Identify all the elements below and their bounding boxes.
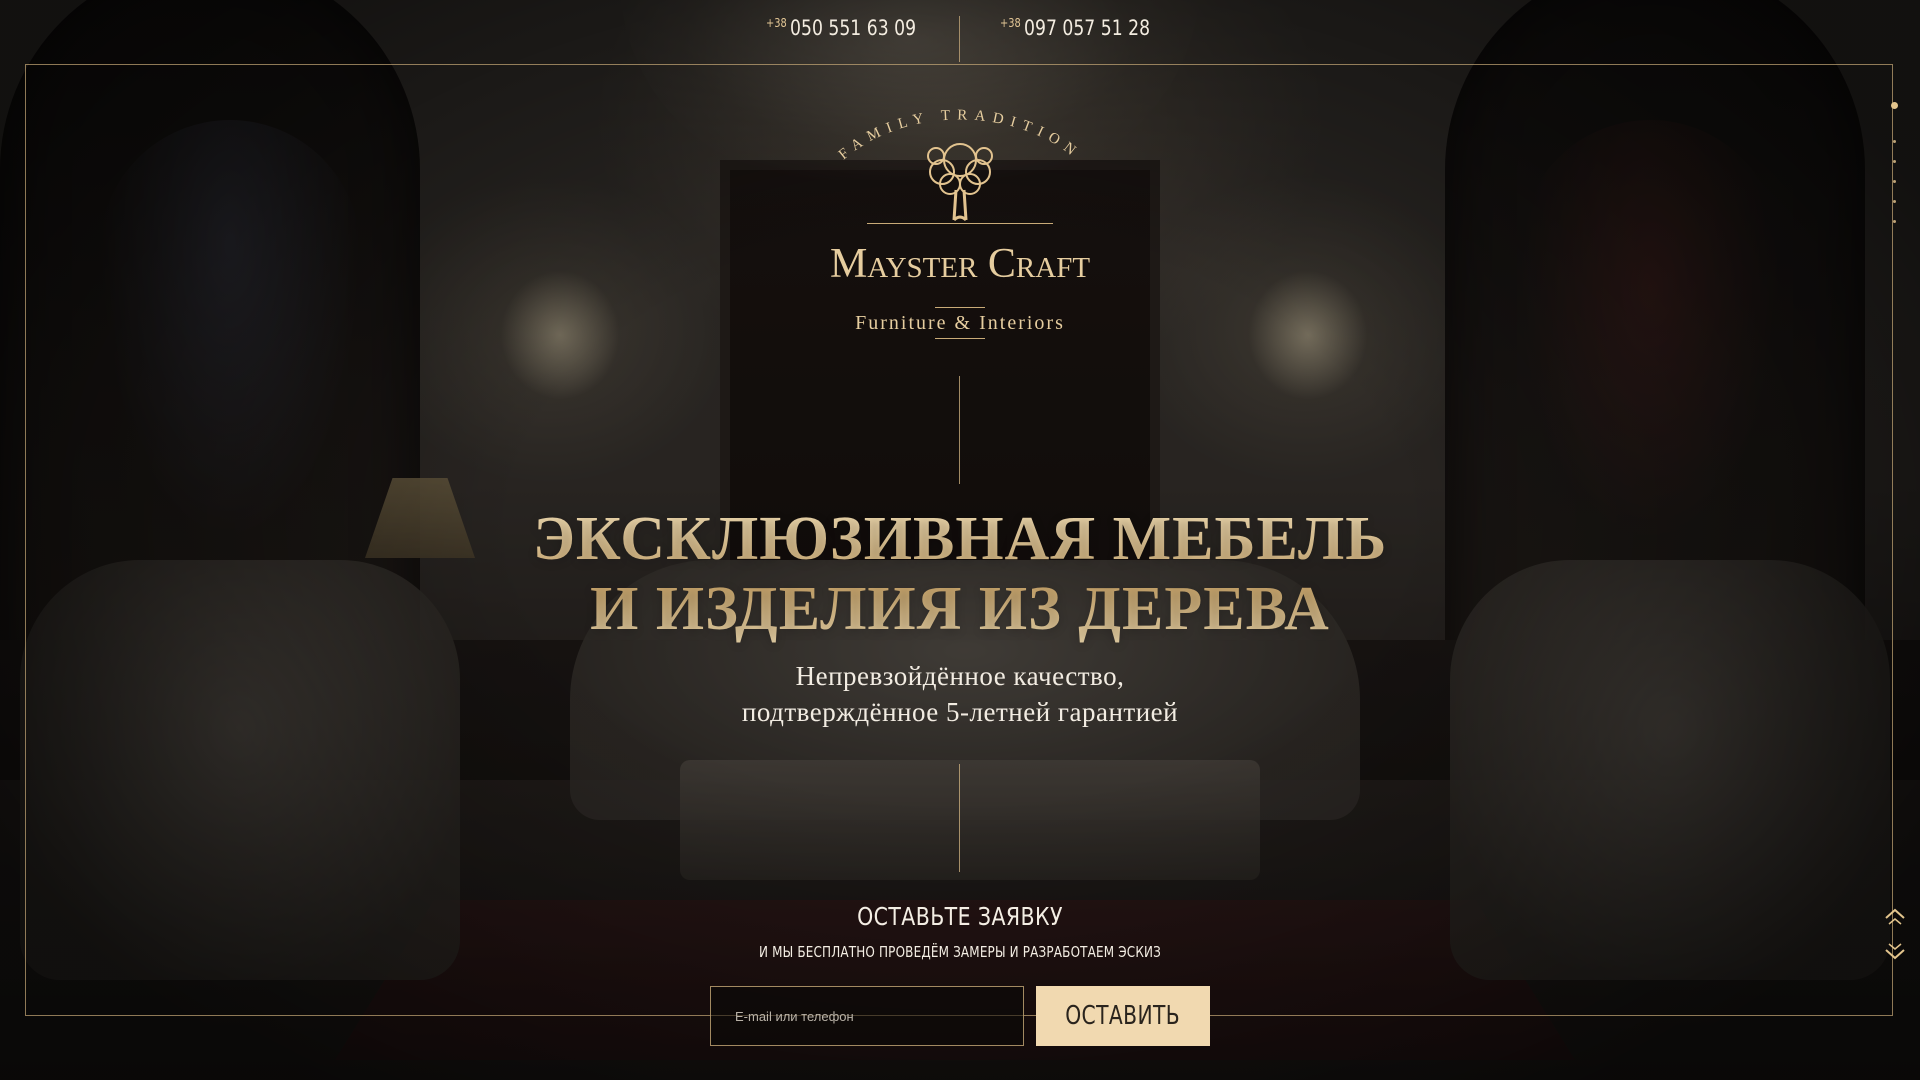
contact-input[interactable] [710,986,1024,1046]
headline-line-2: И ИЗДЕЛИЯ ИЗ ДЕРЕВА [590,575,1330,643]
section-pagination [1888,100,1902,330]
phone-number: 050 551 63 09 [790,16,917,40]
pagination-dot[interactable] [1893,140,1896,143]
divider-line-top [959,376,960,484]
hero-headline: ЭКСКЛЮЗИВНАЯ МЕБЕЛЬ И ИЗДЕЛИЯ ИЗ ДЕРЕВА [460,504,1460,644]
submit-button-label: ОСТАВИТЬ [1065,1001,1181,1031]
pagination-dot[interactable] [1893,220,1896,223]
logo-arc-text: FAMILY TRADITION [836,107,1077,163]
logo-emblem: FAMILY TRADITION [836,107,1084,222]
headline-line-1: ЭКСКЛЮЗИВНАЯ МЕБЕЛЬ [532,505,1388,573]
pagination-dot[interactable] [1893,200,1896,203]
brand-logo[interactable]: FAMILY TRADITION Mayster Craft Furniture… [760,100,1160,350]
phone-number: 097 057 51 28 [1024,16,1151,40]
pagination-dot-active[interactable] [1891,102,1898,109]
pagination-dot[interactable] [1893,180,1896,183]
logo-rule [935,307,985,308]
logo-tagline: Furniture & Interiors [855,312,1065,334]
tree-icon [927,143,993,222]
svg-text:FAMILY TRADITION: FAMILY TRADITION [836,107,1084,163]
divider-line-bottom [959,764,960,872]
phone-country-code: +38 [1000,16,1021,30]
logo-rule [867,223,1053,224]
phone-divider [959,16,960,62]
phone-country-code: +38 [766,16,787,30]
phone-link-2[interactable]: +38 097 057 51 28 [1000,16,1150,40]
pagination-dot[interactable] [1893,160,1896,163]
subheadline-line-2: подтверждённое 5-летней гарантией [741,697,1179,727]
header-phones: +38 050 551 63 09 +38 097 057 51 28 [0,16,1920,62]
chevron-up-icon[interactable] [1880,906,1910,930]
subheadline-line-1: Непревзойдённое качество, [795,661,1125,691]
chevron-down-icon[interactable] [1880,938,1910,962]
logo-rule [935,338,985,339]
logo-brand-name: Mayster Craft [829,241,1091,287]
form-title: ОСТАВЬТЕ ЗАЯВКУ [857,902,1063,931]
form-subtitle: И МЫ БЕСПЛАТНО ПРОВЕДЁМ ЗАМЕРЫ И РАЗРАБО… [758,943,1162,961]
phone-link-1[interactable]: +38 050 551 63 09 [766,16,916,40]
hero-subheadline: Непревзойдённое качество, подтверждённое… [560,658,1360,730]
hero-section: +38 050 551 63 09 +38 097 057 51 28 FAMILY… [0,0,1920,1080]
submit-button[interactable]: ОСТАВИТЬ [1036,986,1210,1046]
